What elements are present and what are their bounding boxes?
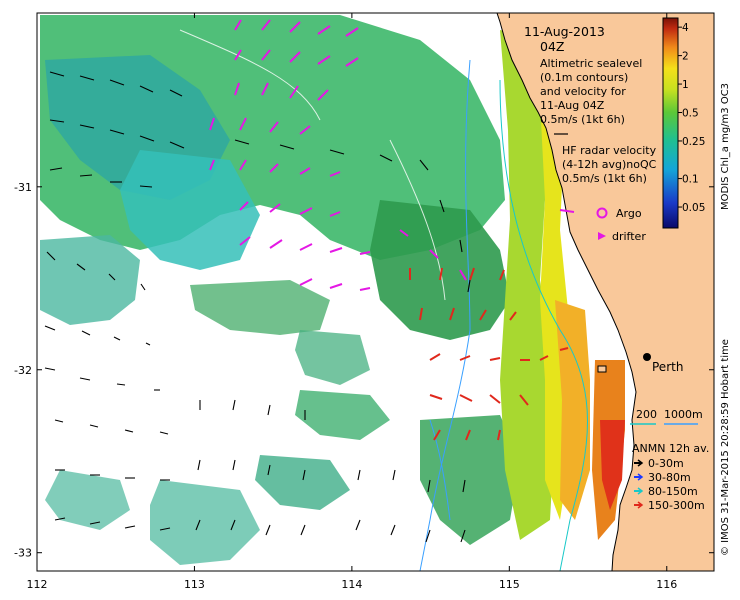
x-tick-label: 115 xyxy=(499,578,520,591)
altimetry-line-2: (0.1m contours) xyxy=(540,71,628,84)
altimetry-line-4: 11-Aug 04Z xyxy=(540,99,605,112)
drifter-label: drifter xyxy=(612,230,646,243)
y-tick-label: -33 xyxy=(14,547,32,560)
y-tick-label: -31 xyxy=(14,181,32,194)
x-tick-label: 114 xyxy=(341,578,362,591)
anmn-item-label: 0-30m xyxy=(648,457,684,470)
anmn-item-label: 150-300m xyxy=(648,499,705,512)
contour-label-200: 200 xyxy=(636,408,657,421)
x-tick-label: 112 xyxy=(27,578,48,591)
credit-label: © IMOS 31-Mar-2015 20:28:59 Hobart time xyxy=(720,339,731,556)
colorbar-tick-label: 4 xyxy=(682,22,689,34)
altimetry-line-1: Altimetric sealevel xyxy=(540,57,642,70)
hf-radar-note: HF radar velocity (4-12h avg)noQC 0.5m/s… xyxy=(562,144,657,185)
anmn-item-label: 80-150m xyxy=(648,485,698,498)
date-label: 11-Aug-2013 xyxy=(524,24,605,39)
rottnest-island xyxy=(597,365,607,373)
colorbar-tick-label: 0.5 xyxy=(682,108,699,120)
x-tick-label: 116 xyxy=(656,578,677,591)
colorbar-tick-label: 0.1 xyxy=(682,174,699,186)
perth-dot xyxy=(643,353,651,361)
contour-label-1000: 1000m xyxy=(664,408,703,421)
colorbar-title: MODIS Chl_a mg/m3 OC3 xyxy=(720,82,731,210)
hf-radar-line-1: HF radar velocity xyxy=(562,144,657,157)
colorbar-tick-label: 0.25 xyxy=(682,136,705,148)
y-tick-label: -32 xyxy=(14,364,32,377)
colorbar-tick-label: 2 xyxy=(682,51,689,63)
ocean-map: 112 113 114 115 116 -31 -32 -33 11-Aug-2013 04… xyxy=(14,12,715,591)
colorbar-tick-label: 1 xyxy=(682,79,689,91)
colorbar-gradient xyxy=(662,17,679,229)
argo-label: Argo xyxy=(616,207,642,220)
x-tick-label: 113 xyxy=(184,578,205,591)
colorbar-tick-label: 0.05 xyxy=(682,202,705,214)
hf-radar-line-3: 0.5m/s (1kt 6h) xyxy=(562,172,647,185)
hf-radar-line-2: (4-12h avg)noQC xyxy=(562,158,657,171)
altimetry-line-5: 0.5m/s (1kt 6h) xyxy=(540,113,625,126)
anmn-item-label: 30-80m xyxy=(648,471,691,484)
anmn-title: ANMN 12h av. xyxy=(632,442,709,455)
perth-label: Perth xyxy=(652,360,683,374)
time-label: 04Z xyxy=(540,39,564,54)
altimetry-line-3: and velocity for xyxy=(540,85,626,98)
